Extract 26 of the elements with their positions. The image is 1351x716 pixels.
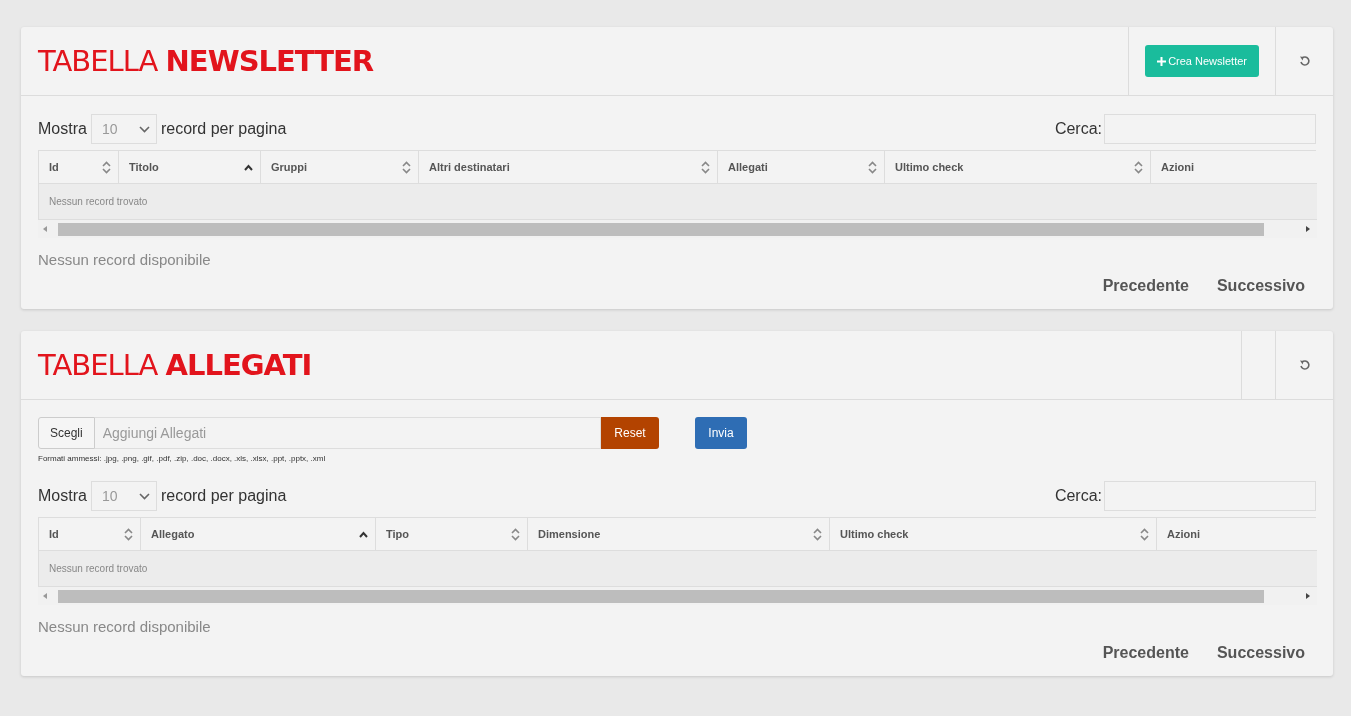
reset-button[interactable]: Reset: [601, 417, 659, 449]
pagination-link[interactable]: Successivo: [1216, 644, 1305, 662]
panel-title: TABELLA ALLEGATI: [37, 347, 313, 384]
refresh-icon[interactable]: [1298, 55, 1311, 67]
file-field[interactable]: Aggiungi Allegati: [94, 417, 601, 449]
table-info: Nessun record disponibile: [38, 251, 212, 268]
plus-icon: [1157, 56, 1167, 66]
pagination-link[interactable]: Precedente: [1102, 644, 1189, 662]
refresh-icon[interactable]: [1298, 359, 1311, 371]
empty-message: Nessun record trovato: [49, 196, 148, 207]
length-label: Mostra: [38, 487, 87, 505]
search-label: Cerca:: [1054, 487, 1102, 505]
empty-message: Nessun record trovato: [49, 563, 148, 574]
chevron-down-icon: [138, 492, 150, 500]
table-info: Nessun record disponibile: [38, 618, 212, 635]
length-label: Mostra: [38, 120, 87, 138]
chevron-down-icon: [138, 125, 150, 133]
length-label: record per pagina: [160, 120, 287, 138]
choose-button[interactable]: Scegli: [38, 417, 95, 449]
formats-hint: Formati ammessi: .jpg, .png, .gif, .pdf, .zip, .doc, .docx, .xls, .xlsx, .ppt, .pptx, .xml: [38, 454, 327, 463]
length-label: record per pagina: [160, 487, 287, 505]
pagination-link[interactable]: Successivo: [1216, 277, 1305, 295]
pagination-link[interactable]: Precedente: [1102, 277, 1189, 295]
panel-title: TABELLA NEWSLETTER: [37, 43, 375, 80]
submit-button[interactable]: Invia: [695, 417, 747, 449]
search-label: Cerca:: [1054, 120, 1102, 138]
